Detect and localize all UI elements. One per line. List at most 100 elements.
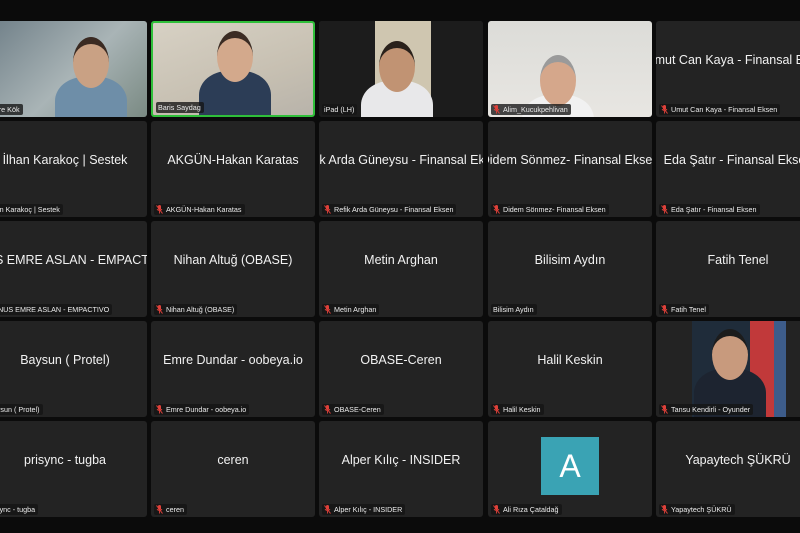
participant-tile[interactable]: ceren ceren [151,421,315,517]
mic-muted-icon [324,305,331,314]
participant-display-name: Yapaytech ŞÜKRÜ [685,453,791,467]
participant-tile[interactable]: Halil Keskin Halil Keskin [488,321,652,417]
participant-label-text: Refik Arda Güneysu - Finansal Eksen [334,205,454,214]
mic-muted-icon [661,305,668,314]
mic-muted-icon [324,505,331,514]
participant-display-name: prisync - tugba [24,453,106,467]
participant-display-name: Eda Şatır - Finansal Eksen [663,153,800,167]
participant-name-label: Nihan Altuğ (OBASE) [154,304,238,315]
mic-muted-icon [661,505,668,514]
mic-muted-icon [156,505,163,514]
participant-tile[interactable]: Yapaytech ŞÜKRÜ Yapaytech ŞÜKRÜ [656,421,800,517]
participant-tile[interactable]: Umut Can Kaya - Finansal Eksen Umut Can K… [656,21,800,117]
participant-tile[interactable]: Refik Arda Güneysu - Finansal Eksen Refik… [319,121,483,217]
participant-name-label: Emre Kök [0,104,23,115]
participant-display-name: Umut Can Kaya - Finansal Eksen [656,53,800,67]
mic-muted-icon [493,205,500,214]
participant-name-label: Tansu Kendirli - Oyunder [659,404,754,415]
participant-display-name: Metin Arghan [364,253,438,267]
participant-name-label: Metin Arghan [322,304,380,315]
participant-label-text: Yapaytech ŞÜKRÜ [671,505,732,514]
participant-tile[interactable]: Emre Dundar - oobeya.io Emre Dundar - oob… [151,321,315,417]
participant-grid: Emre Kök Baris Saydag iPad (LH) Alim_Kucukp… [0,0,800,533]
participant-name-label: İlhan Karakoç | Sestek [0,204,63,215]
participant-label-text: AKGÜN-Hakan Karatas [166,205,242,214]
participant-label-text: Metin Arghan [334,305,377,314]
mic-muted-icon [324,405,331,414]
participant-label-text: Halil Keskin [503,405,541,414]
participant-tile[interactable]: Didem Sönmez- Finansal Eksen Didem Sönmez… [488,121,652,217]
participant-label-text: İlhan Karakoç | Sestek [0,205,60,214]
participant-tile[interactable]: AKGÜN-Hakan Karatas AKGÜN-Hakan Karatas [151,121,315,217]
mic-muted-icon [661,105,668,114]
participant-tile[interactable]: Metin Arghan Metin Arghan [319,221,483,317]
participant-name-label: Refik Arda Güneysu - Finansal Eksen [322,204,457,215]
participant-tile[interactable]: Tansu Kendirli - Oyunder [656,321,800,417]
participant-tile[interactable]: Bilisim Aydın Bilisim Aydın [488,221,652,317]
participant-display-name: Didem Sönmez- Finansal Eksen [488,153,652,167]
participant-tile[interactable]: prisync - tugba prisync - tugba [0,421,147,517]
participant-name-label: Alper Kılıç - INSIDER [322,504,406,515]
participant-tile[interactable]: Fatih Tenel Fatih Tenel [656,221,800,317]
participant-display-name: ceren [217,453,249,467]
mic-muted-icon [324,205,331,214]
mic-muted-icon [156,205,163,214]
participant-tile[interactable]: Baris Saydag [151,21,315,117]
participant-display-name: Emre Dundar - oobeya.io [163,353,303,367]
participant-name-label: Fatih Tenel [659,304,710,315]
participant-label-text: YUNUS EMRE ASLAN - EMPACTIVO [0,305,110,314]
participant-video [0,21,147,117]
participant-label-text: Umut Can Kaya - Finansal Eksen [671,105,778,114]
participant-name-label: AKGÜN-Hakan Karatas [154,204,245,215]
participant-display-name: İlhan Karakoç | Sestek [2,153,128,167]
participant-label-text: Didem Sönmez- Finansal Eksen [503,205,606,214]
participant-tile[interactable]: İlhan Karakoç | Sestek İlhan Karakoç | Se… [0,121,147,217]
participant-tile[interactable]: Alper Kılıç - INSIDER Alper Kılıç - INSID… [319,421,483,517]
participant-name-label: OBASE-Ceren [322,404,384,415]
participant-name-label: ceren [154,504,187,515]
mic-muted-icon [156,405,163,414]
participant-tile[interactable]: Emre Kök [0,21,147,117]
participant-label-text: prisync - tugba [0,505,36,514]
participant-tile[interactable]: Nihan Altuğ (OBASE) Nihan Altuğ (OBASE) [151,221,315,317]
participant-name-label: Eda Şatır - Finansal Eksen [659,204,760,215]
participant-tile[interactable]: Eda Şatır - Finansal Eksen Eda Şatır - Fi… [656,121,800,217]
participant-label-text: Baysun ( Protel) [0,405,40,414]
participant-display-name: Bilisim Aydın [534,253,606,267]
participant-name-label: Bilisim Aydın [491,304,537,315]
mic-muted-icon [493,105,500,114]
participant-tile[interactable]: Baysun ( Protel) Baysun ( Protel) [0,321,147,417]
participant-display-name: Fatih Tenel [707,253,769,267]
mic-muted-icon [156,305,163,314]
participant-video [656,321,800,417]
mic-muted-icon [493,405,500,414]
participant-display-name: Halil Keskin [537,353,603,367]
participant-label-text: Bilisim Aydın [493,305,534,314]
participant-label-text: ceren [166,505,184,514]
participant-label-text: Eda Şatır - Finansal Eksen [671,205,757,214]
participant-name-label: Emre Dundar - oobeya.io [154,404,250,415]
participant-display-name: AKGÜN-Hakan Karatas [167,153,299,167]
participant-name-label: iPad (LH) [322,104,358,115]
participant-name-label: YUNUS EMRE ASLAN - EMPACTIVO [0,304,113,315]
participant-label-text: Alim_Kucukpehlivan [503,105,568,114]
participant-display-name: OBASE-Ceren [360,353,442,367]
avatar: A [541,437,599,495]
participant-name-label: Baris Saydag [156,102,204,113]
participant-label-text: Nihan Altuğ (OBASE) [166,305,235,314]
participant-tile[interactable]: YUNUS EMRE ASLAN - EMPACTIVO YUNUS EMRE A… [0,221,147,317]
participant-tile[interactable]: Alim_Kucukpehlivan [488,21,652,117]
participant-tile[interactable]: OBASE-Ceren OBASE-Ceren [319,321,483,417]
participant-name-label: Didem Sönmez- Finansal Eksen [491,204,609,215]
participant-display-name: Baysun ( Protel) [20,353,110,367]
participant-name-label: Halil Keskin [491,404,544,415]
participant-display-name: Refik Arda Güneysu - Finansal Eksen [319,153,483,167]
participant-tile[interactable]: iPad (LH) [319,21,483,117]
participant-label-text: Emre Dundar - oobeya.io [166,405,247,414]
participant-name-label: Alim_Kucukpehlivan [491,104,571,115]
participant-label-text: Emre Kök [0,105,20,114]
mic-muted-icon [661,205,668,214]
participant-name-label: Ali Rıza Çataldağ [491,504,562,515]
participant-name-label: Umut Can Kaya - Finansal Eksen [659,104,781,115]
participant-tile[interactable]: A Ali Rıza Çataldağ [488,421,652,517]
